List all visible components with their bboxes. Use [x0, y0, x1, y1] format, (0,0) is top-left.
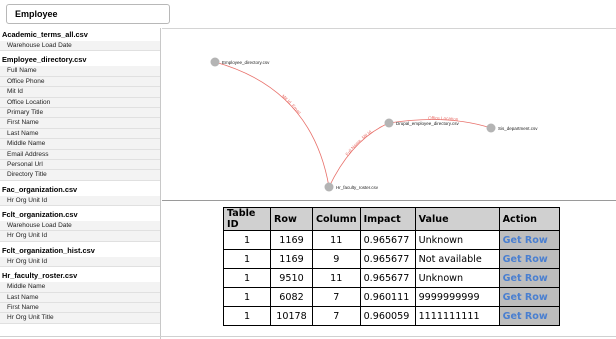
- table-row: 1 9510 11 0.965677 Unknown Get Row: [223, 268, 560, 288]
- results-area: Table ID Row Column Impact Value Action …: [162, 201, 616, 339]
- cell-value: Unknown: [414, 230, 500, 250]
- column-item[interactable]: First Name: [0, 303, 160, 314]
- graph-node-label: Sis_department.csv: [498, 126, 538, 131]
- search-input[interactable]: [6, 4, 170, 24]
- column-item[interactable]: Personal Url: [0, 159, 160, 171]
- header-impact: Impact: [359, 207, 416, 231]
- cell-action: Get Row: [498, 230, 560, 250]
- cell-table-id: 1: [223, 268, 271, 288]
- cell-impact: 0.965677: [359, 249, 416, 269]
- cell-column: 7: [312, 306, 361, 326]
- header-column: Column: [312, 207, 361, 231]
- cell-action: Get Row: [498, 306, 560, 326]
- graph-node-label: Drupal_employee_directory.csv: [396, 121, 459, 126]
- search-field-wrapper: [6, 4, 170, 24]
- cell-value: Unknown: [414, 268, 500, 288]
- table-header-row: Table ID Row Column Impact Value Action: [223, 207, 560, 231]
- cell-value: 1111111111: [414, 306, 500, 326]
- results-table: Table ID Row Column Impact Value Action …: [223, 207, 560, 326]
- column-item[interactable]: Email Address: [0, 149, 160, 160]
- cell-column: 11: [312, 230, 361, 250]
- table-row: 1 1169 11 0.965677 Unknown Get Row: [223, 230, 560, 250]
- header-value: Value: [414, 207, 500, 231]
- cell-table-id: 1: [223, 230, 271, 250]
- column-item[interactable]: Last Name: [0, 128, 160, 140]
- graph-edge: [214, 61, 330, 188]
- column-item[interactable]: Hr Org Unit Title: [0, 313, 160, 324]
- column-item[interactable]: Hr Org Unit Id: [0, 231, 160, 242]
- file-header[interactable]: Fclt_organization.csv: [0, 208, 160, 222]
- graph-node[interactable]: [486, 123, 496, 133]
- table-row: 1 10178 7 0.960059 1111111111 Get Row: [223, 306, 560, 326]
- get-row-link[interactable]: Get Row: [503, 273, 548, 284]
- cell-action: Get Row: [498, 268, 560, 288]
- cell-table-id: 1: [223, 287, 271, 307]
- column-item[interactable]: Directory Title: [0, 170, 160, 181]
- cell-table-id: 1: [223, 249, 271, 269]
- column-item[interactable]: Last Name: [0, 292, 160, 304]
- cell-impact: 0.960059: [359, 306, 416, 326]
- cell-action: Get Row: [498, 249, 560, 269]
- graph-node[interactable]: [210, 57, 220, 67]
- cell-impact: 0.965677: [359, 268, 416, 288]
- graph-edge: [328, 122, 390, 188]
- get-row-link[interactable]: Get Row: [503, 235, 548, 246]
- table-row: 1 1169 9 0.965677 Not available Get Row: [223, 249, 560, 269]
- cell-row: 6082: [270, 287, 313, 307]
- column-item[interactable]: Primary Title: [0, 107, 160, 119]
- cell-table-id: 1: [223, 306, 271, 326]
- graph-canvas[interactable]: Mit Id, Email Full Name, Mit Id Office L…: [162, 29, 616, 201]
- cell-column: 9: [312, 249, 361, 269]
- column-item[interactable]: Hr Org Unit Id: [0, 256, 160, 268]
- cell-impact: 0.960111: [359, 287, 416, 307]
- column-item[interactable]: Hr Org Unit Id: [0, 195, 160, 207]
- header-row: Row: [270, 207, 313, 231]
- graph-node[interactable]: [324, 182, 334, 192]
- column-item[interactable]: Middle Name: [0, 282, 160, 293]
- file-header[interactable]: Academic_terms_all.csv: [0, 28, 160, 41]
- cell-row: 10178: [270, 306, 313, 326]
- graph-node-label: Employee_directory.csv: [222, 60, 270, 65]
- cell-column: 7: [312, 287, 361, 307]
- column-item[interactable]: Full Name: [0, 66, 160, 77]
- column-item[interactable]: Warehouse Load Date: [0, 221, 160, 232]
- file-header[interactable]: Fac_organization.csv: [0, 182, 160, 196]
- column-item[interactable]: Office Location: [0, 97, 160, 108]
- graph-node[interactable]: [384, 118, 394, 128]
- cell-impact: 0.965677: [359, 230, 416, 250]
- header-action: Action: [498, 207, 560, 231]
- column-item[interactable]: Warehouse Load Date: [0, 41, 160, 52]
- file-header[interactable]: Fclt_organization_hist.csv: [0, 243, 160, 257]
- column-list-panel[interactable]: Academic_terms_all.csv Warehouse Load Dat…: [0, 28, 161, 339]
- get-row-link[interactable]: Get Row: [503, 311, 548, 322]
- column-item[interactable]: Office Phone: [0, 76, 160, 88]
- table-row: 1 6082 7 0.960111 9999999999 Get Row: [223, 287, 560, 307]
- column-item[interactable]: Middle Name: [0, 139, 160, 150]
- cell-value: 9999999999: [414, 287, 500, 307]
- file-header[interactable]: Employee_directory.csv: [0, 53, 160, 67]
- cell-row: 9510: [270, 268, 313, 288]
- graph-edge-label: Full Name, Mit Id: [345, 129, 373, 157]
- get-row-link[interactable]: Get Row: [503, 254, 548, 265]
- header-table-id: Table ID: [223, 207, 271, 231]
- graph-edge-label: Mit Id, Email: [281, 93, 302, 115]
- cell-row: 1169: [270, 249, 313, 269]
- column-item[interactable]: First Name: [0, 118, 160, 129]
- relationship-graph[interactable]: Mit Id, Email Full Name, Mit Id Office L…: [162, 28, 616, 201]
- cell-column: 11: [312, 268, 361, 288]
- cell-value: Not available: [414, 249, 500, 269]
- cell-row: 1169: [270, 230, 313, 250]
- file-header[interactable]: Hr_faculty_roster.csv: [0, 269, 160, 283]
- column-item[interactable]: Mit Id: [0, 87, 160, 98]
- graph-node-label: Hr_faculty_roster.csv: [336, 185, 379, 190]
- bottom-border: [0, 336, 616, 337]
- get-row-link[interactable]: Get Row: [503, 292, 548, 303]
- cell-action: Get Row: [498, 287, 560, 307]
